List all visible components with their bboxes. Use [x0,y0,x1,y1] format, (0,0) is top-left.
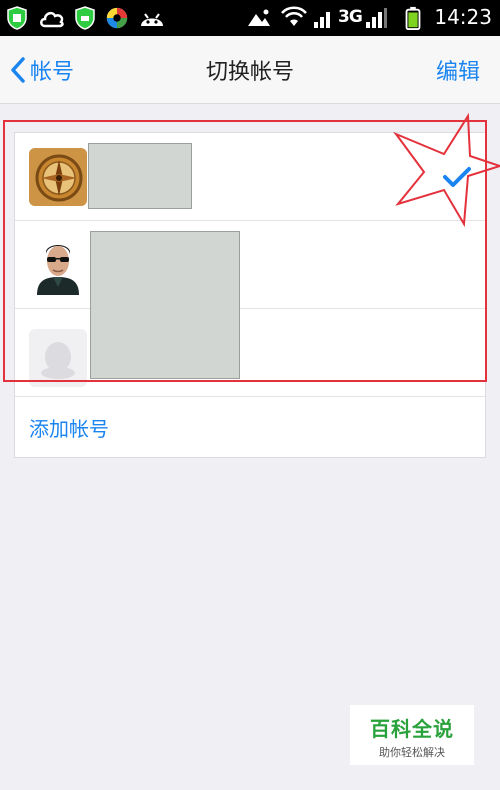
signal-icon [366,8,387,28]
cloud-icon [40,11,64,28]
signal-icon [314,12,330,28]
add-account-label: 添加帐号 [29,417,109,441]
watermark-badge: 百科全说 助你轻松解决 [350,705,474,765]
android-icon [141,13,163,26]
page-title: 切换帐号 [205,60,294,85]
shield-icon [75,6,95,30]
battery-icon [405,6,421,30]
wifi-icon [281,6,307,26]
nav-bar: 帐号 切换帐号 编辑 [0,36,500,104]
status-bar: 3G 14:23 [0,0,500,36]
swirl-app-icon [106,7,128,29]
edit-button[interactable]: 编辑 [436,54,480,86]
checkmark-icon [443,167,471,187]
network-type: 3G [338,7,363,27]
watermark-title: 百科全说 [370,717,454,741]
photo-icon [248,9,270,26]
watermark-subtitle: 助你轻松解决 [379,746,445,759]
status-time: 14:23 [434,5,492,29]
add-account-row[interactable]: 添加帐号 [15,397,485,457]
shield-icon [7,6,27,30]
